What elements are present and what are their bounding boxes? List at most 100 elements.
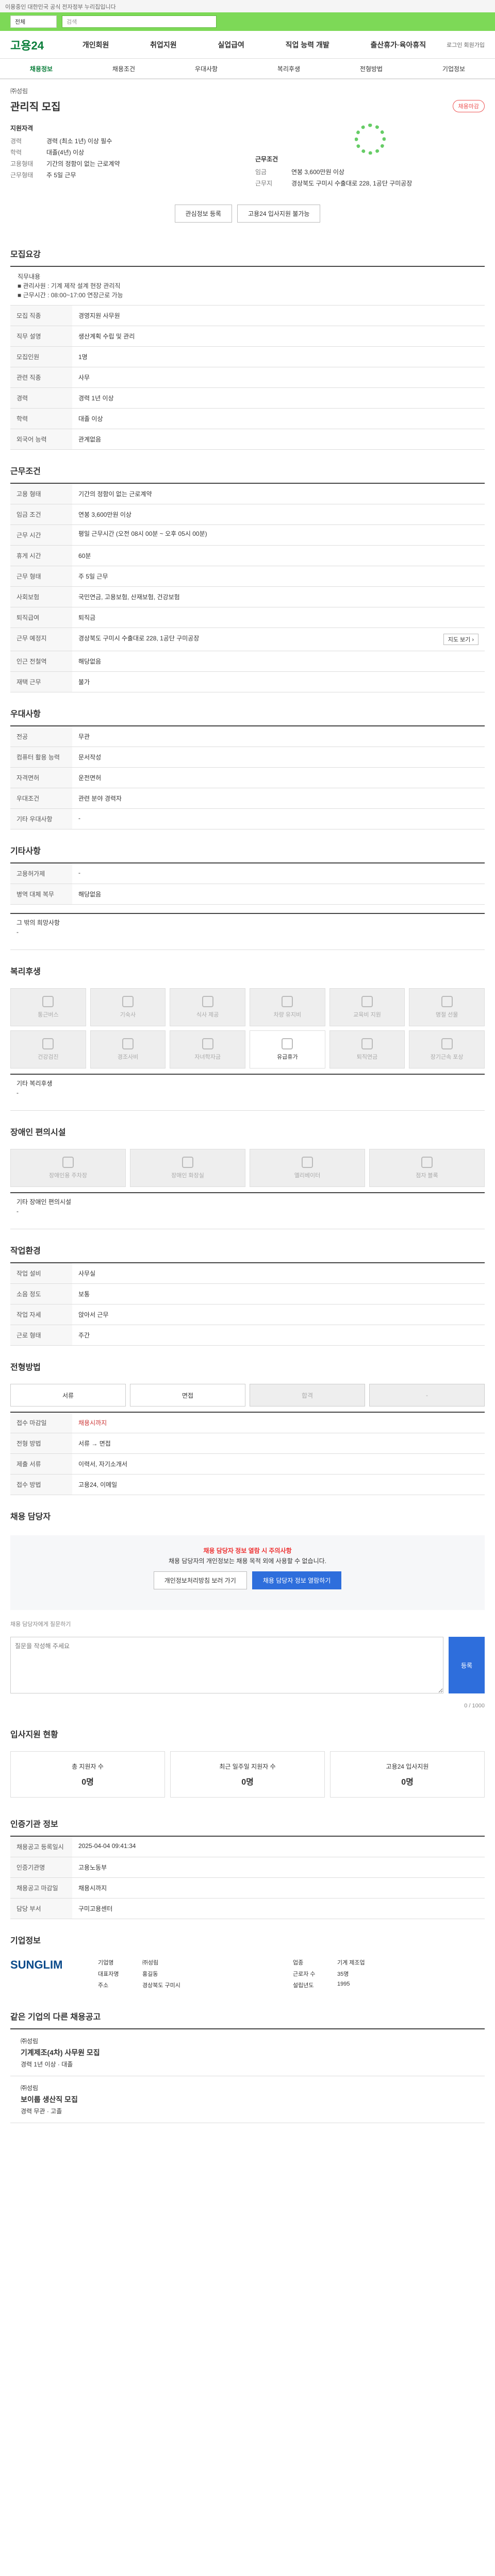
item-meta: 경력 무관 · 고졸 xyxy=(21,2108,62,2115)
tab-welfare[interactable]: 복리후생 xyxy=(277,64,300,73)
row-value: 경상북도 구미시 수출대로 228, 1공단 구미공장 지도 보기 › xyxy=(72,628,485,651)
map-button[interactable]: 지도 보기 › xyxy=(443,634,478,645)
corp-value: 홍길동 xyxy=(142,1971,158,1977)
corp-label: 근로자 수 xyxy=(293,1971,316,1977)
conditions-section-heading: 근무조건 xyxy=(10,467,41,476)
item-company: ㈜성림 xyxy=(21,2084,39,2092)
row-value: 대졸 이상 xyxy=(78,415,103,422)
meal-icon xyxy=(202,996,213,1007)
list-item[interactable]: ㈜성림 보이룹 생산직 모집 경력 무관 · 고졸 xyxy=(10,2076,485,2123)
tab-recruit[interactable]: 채용정보 xyxy=(30,64,53,73)
preferences-table: 전공 무관 컴퓨터 활용 능력 문서작성 자격면허 운전면허 우대조건 관련 분야 경력… xyxy=(10,725,485,829)
conditions-table: 고용 형태 기간의 정함이 없는 근로계약 임금 조건 연봉 3,600만원 이상 … xyxy=(10,483,485,692)
row-value: 고용노동부 xyxy=(78,1864,107,1871)
facility-item: 장애인 화장실 xyxy=(130,1149,245,1187)
contact-alert: 채용 담당자 정보 열람 시 주의사항 xyxy=(203,1547,292,1554)
corp-label: 기업명 xyxy=(98,1960,114,1966)
conditions-heading: 근무조건 xyxy=(255,156,278,163)
privacy-policy-button[interactable]: 개인정보처리방침 보러 가기 xyxy=(153,1571,247,1589)
welfare-item: 차량 유지비 xyxy=(250,988,325,1026)
row-value: 2025-04-04 09:41:34 xyxy=(78,1842,136,1850)
welfare-grid: 통근버스 기숙사 식사 제공 차량 유지비 교육비 지원 명절 선물 건강검진 … xyxy=(0,983,495,1074)
stat-label: 고용24 입사지원 xyxy=(386,1762,429,1770)
elevator-icon xyxy=(302,1157,313,1168)
row-value: 채용시까지 xyxy=(78,1419,107,1427)
stat-label: 최근 일주일 지원자 수 xyxy=(219,1762,276,1770)
braille-icon xyxy=(421,1157,433,1168)
row-value: 평일 근무시간 (오전 08시 00분 ~ 오후 05시 00분) xyxy=(78,530,207,537)
row-value: - xyxy=(78,869,80,876)
inquiry-textarea[interactable] xyxy=(10,1637,443,1693)
welfare-label: 명절 선물 xyxy=(435,1012,458,1018)
row-value: 고용24, 이메일 xyxy=(78,1481,118,1488)
school-icon xyxy=(202,1038,213,1049)
location-label: 근무지 xyxy=(255,180,273,187)
disability-heading: 장애인 편의시설 xyxy=(10,1128,66,1137)
row-value: 보통 xyxy=(78,1291,90,1298)
save-interest-button[interactable]: 관심정보 등록 xyxy=(174,205,233,223)
corp-heading: 기업정보 xyxy=(10,1937,41,1945)
loading-spinner-icon xyxy=(354,124,386,155)
row-value: 사무 xyxy=(78,374,90,381)
gov-notice-bar: 이용중인 대한민국 공식 전자정부 누리집입니다 xyxy=(0,0,495,12)
step-document: 서류 xyxy=(10,1384,126,1406)
recruit-table: 직무내용 ■ 관리사원 : 기계 제작 설계 현장 관리직 ■ 근무시간 : 0… xyxy=(10,266,485,450)
welfare-label: 퇴직연금 xyxy=(356,1054,378,1060)
search-scope-select[interactable]: 전체 xyxy=(10,15,57,28)
row-label: 재택 근무 xyxy=(10,672,72,692)
qualification-heading: 지원자격 xyxy=(10,125,34,132)
row-label: 전공 xyxy=(10,726,72,747)
gov-notice-text: 이용중인 대한민국 공식 전자정부 누리집입니다 xyxy=(5,4,116,10)
inquiry-heading: 채용 담당자에게 질문하기 xyxy=(10,1621,71,1628)
nav-item[interactable]: 출산휴가·육아휴직 xyxy=(370,40,426,50)
pension-icon xyxy=(361,1038,373,1049)
health-icon xyxy=(42,1038,54,1049)
row-label: 소음 정도 xyxy=(10,1284,72,1304)
site-logo[interactable]: 고용24 xyxy=(10,37,62,53)
view-contact-button[interactable]: 채용 담당자 정보 열람하기 xyxy=(252,1571,342,1589)
row-value: 불가 xyxy=(78,679,90,686)
stat-value: 0명 xyxy=(241,1777,254,1787)
welfare-label: 통근버스 xyxy=(38,1012,59,1018)
others-list: ㈜성림 기계제조(4차) 사무원 모집 경력 1년 이상 · 대졸 ㈜성림 보이룹 생… xyxy=(10,2028,485,2123)
list-item[interactable]: ㈜성림 기계제조(4차) 사무원 모집 경력 1년 이상 · 대졸 xyxy=(10,2029,485,2076)
facility-label: 장애인 화장실 xyxy=(171,1173,204,1179)
company-name[interactable]: ㈜성림 xyxy=(10,79,485,95)
edu-value: 대졸(4년) 이상 xyxy=(46,149,85,156)
inquiry-form: 등록 xyxy=(0,1632,495,1699)
apply-button[interactable]: 고용24 입사지원 불가능 xyxy=(237,205,321,223)
stat-value: 0명 xyxy=(401,1777,414,1787)
worktype-label: 근무형태 xyxy=(10,172,34,179)
row-value: 60분 xyxy=(78,552,91,560)
nav-item[interactable]: 직업 능력 개발 xyxy=(286,40,329,50)
tab-process[interactable]: 전형방법 xyxy=(360,64,383,73)
process-heading: 전형방법 xyxy=(10,1363,41,1372)
row-label: 경력 xyxy=(10,388,72,408)
tab-preferences[interactable]: 우대사항 xyxy=(195,64,218,73)
row-value: 연봉 3,600만원 이상 xyxy=(78,511,131,518)
row-value: 관련 분야 경력자 xyxy=(78,795,122,802)
site-header: 고용24 개인회원 취업지원 실업급여 직업 능력 개발 출산휴가·육아휴직 로… xyxy=(0,31,495,59)
nav-item[interactable]: 취업지원 xyxy=(150,40,177,50)
search-input[interactable]: 검색 xyxy=(62,15,217,28)
nav-item[interactable]: 개인회원 xyxy=(82,40,109,50)
facility-item: 장애인용 주차장 xyxy=(10,1149,126,1187)
row-label: 근무 형태 xyxy=(10,566,72,586)
row-value: 경영지원 사무원 xyxy=(78,312,120,319)
row-value: 운전면허 xyxy=(78,774,102,782)
item-title: 기계제조(4차) 사무원 모집 xyxy=(21,2048,100,2057)
row-label: 퇴직급여 xyxy=(10,607,72,628)
inquiry-submit-button[interactable]: 등록 xyxy=(449,1637,485,1693)
tab-company[interactable]: 기업정보 xyxy=(442,64,465,73)
money-icon xyxy=(122,1038,134,1049)
bed-icon xyxy=(122,996,134,1007)
nav-item[interactable]: 실업급여 xyxy=(218,40,244,50)
login-links[interactable]: 로그인 회원가입 xyxy=(447,41,485,49)
tab-conditions[interactable]: 채용조건 xyxy=(112,64,135,73)
row-value: 구미고용센터 xyxy=(78,1905,113,1912)
row-label: 접수 방법 xyxy=(10,1475,72,1495)
row-label: 근무 예정지 xyxy=(10,628,72,651)
other-table: 고용허가제 - 병역 대체 복무 해당없음 xyxy=(10,862,485,905)
row-label: 자격면허 xyxy=(10,768,72,788)
welfare-label: 장기근속 포상 xyxy=(430,1054,464,1060)
